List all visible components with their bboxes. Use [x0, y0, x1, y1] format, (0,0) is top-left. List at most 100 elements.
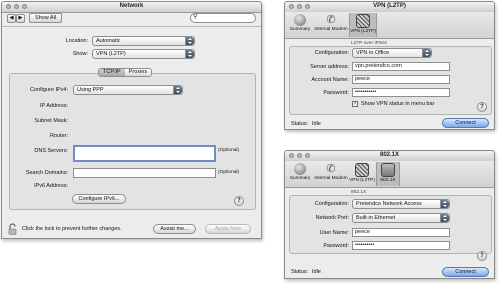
section-label: L2TP over IPSec [351, 41, 388, 46]
dot1x-window: 802.1X Summary ✆ Internal Modem VPN (L2T… [284, 150, 495, 279]
toolbar-vpn[interactable]: VPN (L2TP) [349, 162, 375, 186]
chevron-updown-icon [185, 37, 194, 45]
location-label: Location: [65, 38, 88, 44]
toolbar-internal-modem-label: Internal Modem [314, 176, 348, 181]
ip-address-label: IP Address: [39, 103, 68, 109]
chevron-updown-icon [185, 50, 194, 58]
server-address-field[interactable]: vpn.pretendco.com [352, 62, 450, 71]
location-popup[interactable]: Automatic [92, 36, 195, 46]
toolbar-vpn-label: VPN (L2TP) [350, 29, 376, 34]
search-icon: ⚲ [193, 14, 198, 20]
configure-ipv4-label: Configure IPv4: [30, 87, 68, 93]
section-label: 802.1X [351, 190, 367, 195]
vpn-icon [356, 14, 370, 28]
password-field[interactable]: •••••••••• [352, 241, 450, 250]
show-label: Show: [72, 51, 88, 57]
tab-proxies[interactable]: Proxies [124, 69, 152, 76]
title-bar[interactable]: Network [2, 2, 261, 13]
account-name-field[interactable]: peece [352, 75, 450, 84]
network-window: Network ◀ ▶ Show All ⚲ Location: Automat… [1, 1, 262, 239]
show-vpn-status-checkbox[interactable]: ✓ [352, 101, 358, 107]
configuration-popup[interactable]: VPN to Office [352, 48, 432, 58]
phone-icon: ✆ [326, 163, 336, 175]
toolbar-vpn[interactable]: VPN (L2TP) [349, 13, 377, 37]
apply-now-button[interactable]: Apply Now [205, 224, 251, 234]
configuration-popup[interactable]: Pretendco Network Access [352, 199, 450, 209]
vpn-icon [355, 163, 369, 177]
configuration-label: Configuration: [314, 201, 349, 207]
tab-tcpip[interactable]: TCP/IP [99, 69, 125, 76]
search-domains-field[interactable] [73, 168, 216, 178]
password-label: Password: [323, 243, 349, 249]
back-button[interactable]: ◀ [7, 14, 16, 23]
status-label: Status: [291, 121, 309, 127]
toolbar-summary-label: Summary [289, 27, 311, 32]
configure-ipv6-button[interactable]: Configure IPv6... [72, 194, 126, 204]
status-label: Status: [291, 269, 309, 275]
toolbar-internal-modem-label: Internal Modem [314, 27, 348, 32]
toolbar-vpn-label: VPN (L2TP) [349, 178, 375, 183]
chevron-updown-icon [440, 214, 449, 222]
connect-button[interactable]: Connect [442, 267, 489, 277]
toolbar-802-1x-label: 802.1X [380, 178, 396, 183]
toolbar: Summary ✆ Internal Modem VPN (L2TP) 802.… [285, 161, 494, 188]
password-field[interactable]: ••••••••••• [352, 88, 450, 97]
ipv6-address-label: IPv6 Address: [34, 183, 68, 189]
toolbar-internal-modem[interactable]: ✆ Internal Modem [314, 13, 348, 37]
toolbar-summary-label: Summary [289, 176, 311, 181]
forward-button[interactable]: ▶ [16, 14, 25, 23]
lock-icon[interactable] [8, 223, 17, 235]
toolbar-summary[interactable]: Summary [288, 162, 312, 186]
settings-tabs: TCP/IP Proxies [98, 68, 153, 77]
chevron-updown-icon [173, 86, 182, 94]
chevron-updown-icon [422, 49, 431, 57]
toolbar: Summary ✆ Internal Modem VPN (L2TP) [285, 12, 494, 39]
lock-icon [381, 163, 395, 177]
search-domains-label: Search Domains: [25, 170, 68, 176]
search-input[interactable]: ⚲ [190, 13, 256, 23]
toolbar-802-1x[interactable]: 802.1X [376, 162, 400, 186]
toolbar-summary[interactable]: Summary [288, 13, 312, 37]
user-name-field[interactable]: peece [352, 228, 450, 237]
dns-optional-label: (Optional) [218, 148, 240, 153]
status-value: Idle [312, 269, 321, 275]
show-value: VPN (L2TP) [96, 51, 126, 57]
network-port-value: Built-in Ethernet [356, 215, 396, 221]
password-label: Password: [323, 90, 349, 96]
vpn-window: VPN (L2TP) Summary ✆ Internal Modem VPN … [284, 1, 495, 130]
network-port-label: Network Port: [315, 215, 349, 221]
assist-me-button[interactable]: Assist me... [153, 224, 196, 234]
dns-servers-label: DNS Servers: [34, 148, 68, 154]
configure-ipv4-value: Using PPP [77, 87, 104, 93]
globe-icon [294, 14, 306, 26]
network-port-popup[interactable]: Built-in Ethernet [352, 213, 450, 223]
location-value: Automatic [96, 38, 121, 44]
globe-icon [294, 163, 306, 175]
show-vpn-status-label: Show VPN status in menu bar [361, 101, 435, 107]
help-button[interactable]: ? [477, 102, 487, 112]
help-button[interactable]: ? [234, 196, 244, 206]
server-address-label: Server address: [310, 64, 349, 70]
window-title: 802.1X [379, 152, 400, 158]
dns-servers-field[interactable] [73, 145, 216, 162]
router-label: Router: [49, 133, 68, 139]
search-optional-label: (Optional) [218, 170, 240, 175]
phone-icon: ✆ [326, 14, 336, 26]
configure-ipv4-popup[interactable]: Using PPP [73, 85, 183, 95]
connect-button[interactable]: Connect [442, 118, 489, 128]
toolbar-internal-modem[interactable]: ✆ Internal Modem [314, 162, 348, 186]
lock-text: Click the lock to prevent further change… [22, 226, 122, 232]
account-name-label: Account Name: [311, 77, 349, 83]
configuration-value: Pretendco Network Access [356, 201, 422, 207]
user-name-label: User Name: [319, 230, 349, 236]
configuration-label: Configuration: [314, 50, 349, 56]
subnet-mask-label: Subnet Mask: [34, 118, 68, 124]
toolbar-divider [2, 26, 261, 27]
configuration-value: VPN to Office [356, 50, 390, 56]
help-button[interactable]: ? [477, 251, 487, 261]
status-value: Idle [312, 121, 321, 127]
show-popup[interactable]: VPN (L2TP) [92, 49, 195, 59]
show-all-button[interactable]: Show All [29, 13, 62, 23]
window-title: Network [119, 3, 144, 9]
window-title: VPN (L2TP) [373, 3, 406, 9]
